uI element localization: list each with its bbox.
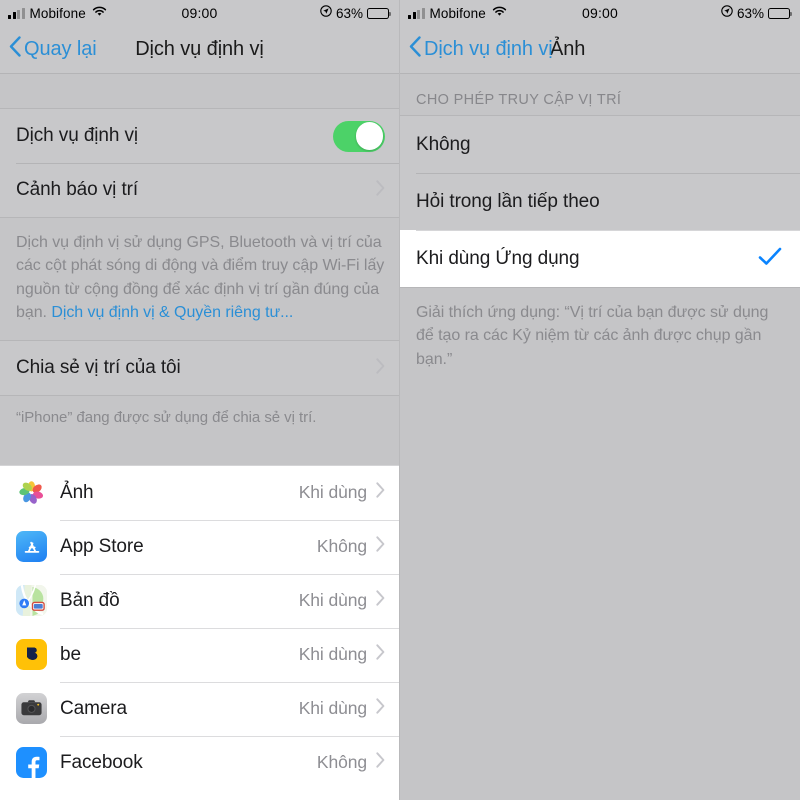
app-permission-facebook: Không	[316, 752, 367, 773]
chevron-left-icon	[9, 36, 21, 63]
option-row-never[interactable]: Không	[400, 116, 800, 173]
battery-icon	[367, 7, 392, 19]
app-name-photos: Ảnh	[60, 481, 94, 503]
share-location-note: “iPhone” đang được sử dụng để chia sẻ vị…	[16, 409, 317, 427]
share-location-group: Chia sẻ vị trí của tôi	[0, 340, 399, 397]
app-row-camera[interactable]: Camera Khi dùng	[0, 681, 399, 736]
app-permission-be: Khi dùng	[298, 644, 367, 665]
back-button-label: Dịch vụ định vị	[424, 38, 553, 60]
privacy-link[interactable]: Dịch vụ định vị & Quyền riêng tư...	[51, 304, 293, 321]
be-app-icon	[16, 639, 47, 671]
checkmark-icon	[758, 247, 782, 271]
app-row-be[interactable]: be Khi dùng	[0, 627, 399, 682]
chevron-right-icon	[376, 590, 385, 611]
chevron-right-icon	[376, 482, 385, 503]
nav-bar-right: Dịch vụ định vị Ảnh	[400, 26, 800, 74]
left-panel-location-services: Mobifone 09:00 63% Quay lại Dịch vụ định…	[0, 0, 400, 800]
app-row-photos[interactable]: Ảnh Khi dùng	[0, 466, 399, 520]
app-name-be: be	[60, 643, 81, 665]
back-button-location-services[interactable]: Quay lại	[0, 36, 97, 63]
status-bar-right-group: 63%	[721, 4, 793, 22]
app-name-camera: Camera	[60, 697, 127, 719]
footer-note-block: Giải thích ứng dụng: “Vị trí của bạn đượ…	[400, 288, 800, 388]
location-services-toggle[interactable]	[333, 120, 385, 152]
app-purpose-note: Giải thích ứng dụng: “Vị trí của bạn đượ…	[416, 304, 769, 368]
option-row-while-using-app[interactable]: Khi dùng Ứng dụng	[400, 230, 800, 287]
app-name-facebook: Facebook	[60, 751, 143, 773]
status-bar-right: Mobifone 09:00 63%	[400, 0, 800, 26]
app-permission-maps: Khi dùng	[298, 590, 367, 611]
app-permission-photos: Khi dùng	[298, 482, 367, 503]
location-access-options-group: Không Hỏi trong lần tiếp theo Khi dùng Ứ…	[400, 115, 800, 288]
back-button-photos[interactable]: Dịch vụ định vị	[400, 36, 553, 63]
app-name-maps: Bản đồ	[60, 589, 120, 611]
app-store-app-icon	[16, 531, 47, 563]
row-share-my-location[interactable]: Chia sẻ vị trí của tôi	[0, 341, 399, 395]
option-label-never: Không	[416, 133, 471, 155]
status-bar-right-group: 63%	[320, 4, 392, 22]
battery-percent-label: 63%	[736, 5, 764, 21]
location-services-description: Dịch vụ định vị sử dụng GPS, Bluetooth v…	[0, 218, 399, 340]
empty-area-right	[400, 387, 800, 800]
facebook-app-icon	[16, 747, 47, 779]
app-row-app-store[interactable]: App Store Không	[0, 519, 399, 574]
section-header-block: CHO PHÉP TRUY CẬP VỊ TRÍ	[400, 74, 800, 115]
chevron-right-icon	[376, 358, 385, 379]
back-button-label: Quay lại	[24, 38, 97, 60]
page-title-left: Dịch vụ định vị	[135, 38, 264, 60]
app-permissions-list: Ảnh Khi dùng App Store Không Bản đồ Khi …	[0, 464, 399, 790]
battery-percent-label: 63%	[335, 5, 363, 21]
photos-app-icon	[16, 477, 47, 509]
chevron-right-icon	[376, 644, 385, 665]
chevron-right-icon	[376, 179, 385, 201]
chevron-right-icon	[376, 752, 385, 773]
location-services-group: Dịch vụ định vị Cảnh báo vị trí	[0, 108, 399, 218]
option-row-ask-next-time[interactable]: Hỏi trong lần tiếp theo	[400, 173, 800, 230]
row-location-alerts[interactable]: Cảnh báo vị trí	[0, 163, 399, 217]
page-title-right: Ảnh	[550, 38, 586, 60]
maps-app-icon	[16, 585, 47, 617]
share-location-note-block: “iPhone” đang được sử dụng để chia sẻ vị…	[0, 396, 399, 443]
app-permission-camera: Khi dùng	[298, 698, 367, 719]
location-arrow-icon	[320, 4, 332, 22]
app-row-facebook[interactable]: Facebook Không	[0, 735, 399, 790]
dual-screenshot-container: Mobifone 09:00 63% Quay lại Dịch vụ định…	[0, 0, 800, 800]
option-label-while-using-app: Khi dùng Ứng dụng	[416, 247, 580, 269]
spacer-before-apps	[0, 442, 399, 465]
row-location-services-toggle[interactable]: Dịch vụ định vị	[0, 109, 399, 163]
chevron-right-icon	[376, 698, 385, 719]
camera-app-icon	[16, 693, 47, 725]
right-panel-photos-location: Mobifone 09:00 63% Dịch vụ định vị Ảnh C…	[400, 0, 800, 800]
app-name-app-store: App Store	[60, 535, 144, 557]
app-row-maps[interactable]: Bản đồ Khi dùng	[0, 573, 399, 628]
chevron-left-icon	[409, 36, 421, 63]
row-label-location-services: Dịch vụ định vị	[16, 125, 139, 146]
row-label-location-alerts: Cảnh báo vị trí	[16, 179, 139, 200]
section-header-allow-location-access: CHO PHÉP TRUY CẬP VỊ TRÍ	[416, 92, 622, 108]
status-bar-left: Mobifone 09:00 63%	[0, 0, 399, 26]
row-label-share-my-location: Chia sẻ vị trí của tôi	[16, 357, 181, 379]
location-services-description-block: Dịch vụ định vị sử dụng GPS, Bluetooth v…	[0, 218, 399, 341]
spacer-top-left	[0, 74, 399, 108]
location-arrow-icon	[721, 4, 733, 22]
option-label-ask-next-time: Hỏi trong lần tiếp theo	[416, 190, 600, 212]
nav-bar-left: Quay lại Dịch vụ định vị	[0, 26, 399, 74]
battery-icon	[768, 7, 793, 19]
chevron-right-icon	[376, 536, 385, 557]
app-permission-app-store: Không	[316, 536, 367, 557]
